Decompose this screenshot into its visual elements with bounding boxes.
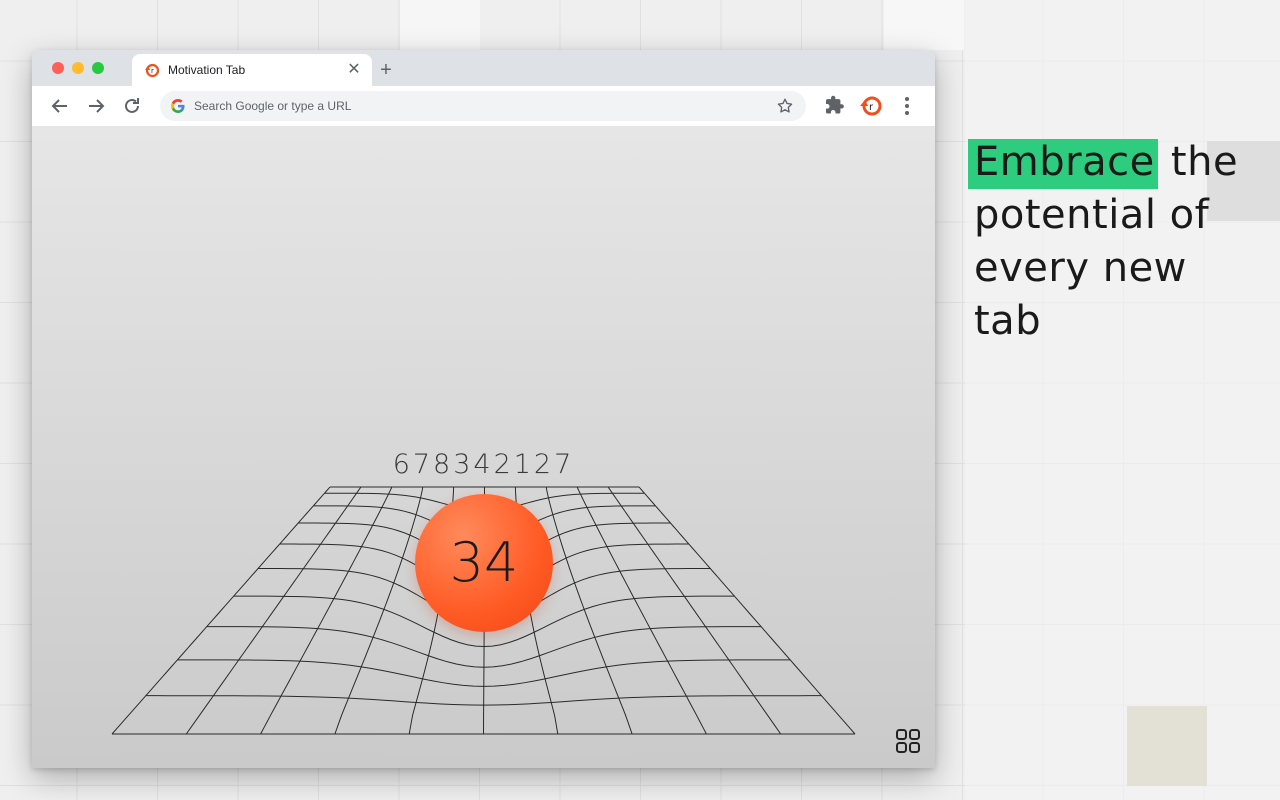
grid-line bbox=[607, 486, 782, 735]
close-window-button[interactable] bbox=[52, 62, 64, 74]
omnibox-placeholder: Search Google or type a URL bbox=[194, 99, 352, 113]
close-icon[interactable]: ✕ bbox=[344, 60, 364, 80]
headline-line-2: potential of bbox=[974, 192, 1210, 238]
new-tab-page: 678342127 34 bbox=[32, 127, 935, 768]
toolbar: Search Google or type a URL r bbox=[32, 86, 935, 127]
tab-motivation[interactable]: r Motivation Tab ✕ bbox=[132, 54, 372, 86]
headline-line-4: tab bbox=[974, 298, 1042, 344]
extensions-puzzle-icon[interactable] bbox=[823, 94, 847, 118]
motivation-tab-logo-icon: r bbox=[145, 63, 160, 78]
headline-highlight: Embrace bbox=[968, 139, 1158, 189]
reload-icon[interactable] bbox=[120, 94, 144, 118]
forward-arrow-icon[interactable] bbox=[84, 94, 108, 118]
grid-line bbox=[111, 486, 331, 735]
grid-line bbox=[334, 486, 424, 735]
bookmark-star-icon[interactable] bbox=[776, 97, 794, 115]
warped-grid-illustration bbox=[111, 486, 856, 735]
bg-tile-right-column bbox=[965, 0, 1280, 800]
tab-strip: r Motivation Tab ✕ + bbox=[32, 50, 935, 86]
motivation-tab-extension-icon[interactable]: r bbox=[859, 94, 883, 118]
new-tab-button[interactable]: + bbox=[374, 58, 398, 82]
headline-line-1-rest: the bbox=[1157, 139, 1239, 185]
headline-line-3: every new bbox=[974, 245, 1187, 291]
apps-grid-icon[interactable] bbox=[895, 728, 921, 754]
browser-window: r Motivation Tab ✕ + Search Google or ty… bbox=[32, 50, 935, 768]
google-g-icon bbox=[171, 99, 185, 113]
svg-text:r: r bbox=[869, 102, 874, 113]
grid-line bbox=[185, 486, 362, 735]
promo-headline: Embrace the potential of every new tab bbox=[968, 136, 1274, 348]
minimize-window-button[interactable] bbox=[72, 62, 84, 74]
bg-tile-beige bbox=[1127, 706, 1207, 786]
headline-line-1: Embrace the bbox=[968, 136, 1274, 189]
omnibox[interactable]: Search Google or type a URL bbox=[160, 91, 806, 121]
svg-text:r: r bbox=[151, 67, 154, 75]
tab-title: Motivation Tab bbox=[168, 63, 246, 77]
age-ball: 34 bbox=[415, 494, 553, 632]
back-arrow-icon[interactable] bbox=[48, 94, 72, 118]
more-menu-icon[interactable] bbox=[895, 94, 919, 118]
maximize-window-button[interactable] bbox=[92, 62, 104, 74]
bg-tile-white bbox=[884, 0, 964, 50]
grid-line bbox=[638, 486, 856, 735]
bg-tile-white bbox=[400, 0, 480, 50]
